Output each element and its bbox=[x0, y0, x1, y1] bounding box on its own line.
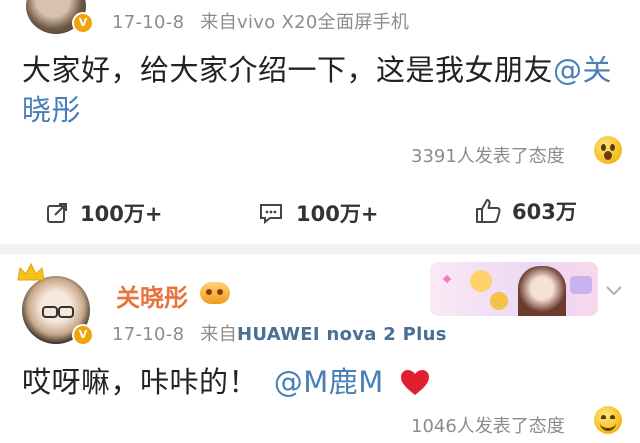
source-device[interactable]: vivo X20全面屏手机 bbox=[237, 12, 409, 33]
post-text-main: 哎呀嘛，咔咔的！ bbox=[22, 365, 259, 399]
source-prefix: 来自 bbox=[200, 324, 237, 345]
mention-link[interactable]: @关 bbox=[553, 53, 612, 87]
comment-icon bbox=[260, 204, 282, 224]
heart-icon bbox=[400, 370, 429, 395]
verified-badge-icon: V bbox=[72, 12, 94, 34]
mention-link-continued[interactable]: 晓彤 bbox=[22, 93, 81, 127]
post-text-line1: 大家好，给大家介绍一下，这是我女朋友 bbox=[22, 53, 554, 87]
post-body: 大家好，给大家介绍一下，这是我女朋友@关 晓彤 bbox=[22, 50, 622, 130]
action-bar: 100万+ 100万+ 603万 bbox=[46, 198, 606, 232]
crown-icon bbox=[17, 262, 45, 281]
vip-level-icon bbox=[200, 282, 230, 304]
chevron-down-icon[interactable] bbox=[604, 284, 624, 298]
grin-emoji-icon[interactable] bbox=[594, 406, 622, 434]
mention-link[interactable]: @M鹿M bbox=[274, 365, 384, 399]
source-device[interactable]: HUAWEI nova 2 Plus bbox=[237, 324, 447, 345]
verified-badge-icon: V bbox=[72, 324, 94, 346]
reaction-count[interactable]: 3391人发表了态度 bbox=[411, 142, 565, 168]
decorative-banner bbox=[430, 262, 598, 316]
source-prefix: 来自 bbox=[200, 12, 237, 33]
surprised-emoji-icon[interactable] bbox=[594, 136, 622, 164]
post-meta: 17-10-8 来自vivo X20全面屏手机 bbox=[112, 8, 409, 34]
post-date: 17-10-8 bbox=[112, 12, 185, 33]
share-count: 100万+ bbox=[80, 202, 163, 226]
share-button[interactable]: 100万+ bbox=[46, 198, 162, 228]
post-body: 哎呀嘛，咔咔的！ @M鹿M bbox=[22, 362, 622, 402]
comment-button[interactable]: 100万+ bbox=[258, 198, 378, 228]
reaction-count[interactable]: 1046人发表了态度 bbox=[411, 412, 565, 438]
post-date: 17-10-8 bbox=[112, 324, 185, 345]
author-name[interactable]: 关晓彤 bbox=[116, 278, 188, 313]
post-divider bbox=[0, 244, 640, 254]
share-icon bbox=[47, 203, 67, 223]
comment-count: 100万+ bbox=[296, 202, 379, 226]
thumbs-up-icon bbox=[476, 199, 501, 223]
post-meta: 17-10-8 来自HUAWEI nova 2 Plus bbox=[112, 320, 447, 346]
like-count: 603万 bbox=[512, 200, 577, 224]
like-button[interactable]: 603万 bbox=[474, 196, 577, 226]
